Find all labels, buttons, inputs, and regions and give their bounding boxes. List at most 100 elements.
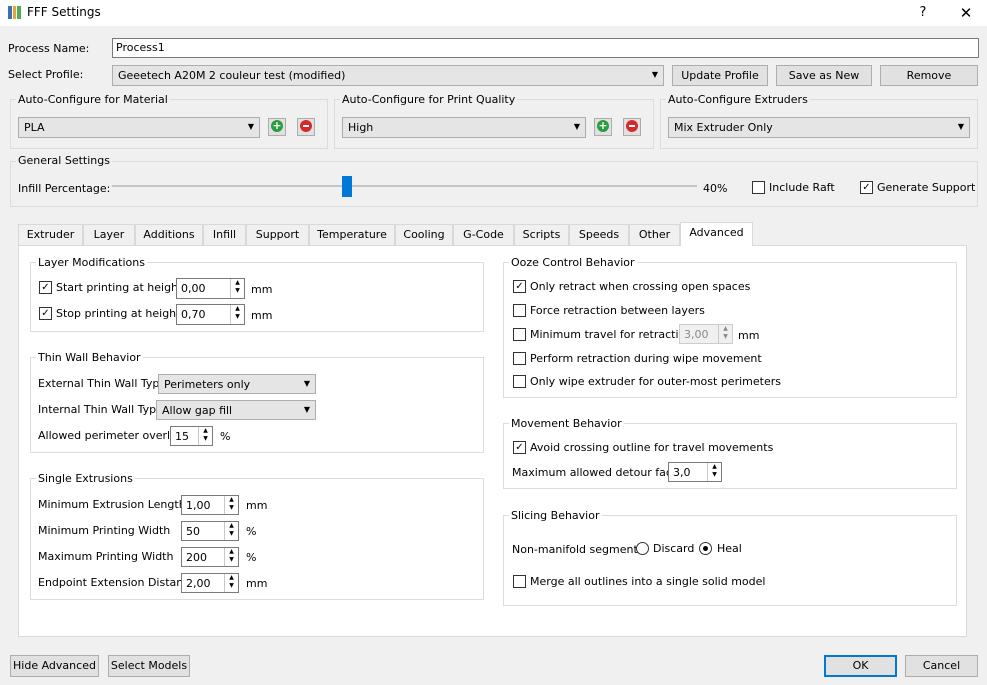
save-as-new-button[interactable]: Save as New	[776, 65, 872, 86]
stop-printing-label: Stop printing at height	[56, 307, 181, 320]
discard-radio[interactable]	[636, 542, 649, 555]
endpoint-extension-spinbox[interactable]: 2,00 ▲ ▼	[181, 573, 239, 593]
tab-speeds[interactable]: Speeds	[569, 224, 629, 246]
detour-factor-spinbox[interactable]: 3,0 ▲ ▼	[668, 462, 722, 482]
single-extrusions-title: Single Extrusions	[36, 472, 135, 485]
tab-other[interactable]: Other	[629, 224, 680, 246]
max-printing-width-unit: %	[246, 551, 257, 564]
infill-slider-thumb[interactable]	[342, 176, 352, 197]
spin-arrows-icon[interactable]: ▲ ▼	[230, 279, 244, 298]
endpoint-extension-unit: mm	[246, 577, 268, 590]
min-extrusion-length-spinbox[interactable]: 1,00 ▲ ▼	[181, 495, 239, 515]
include-raft-label: Include Raft	[769, 181, 835, 194]
start-height-spinbox[interactable]: 0,00 ▲ ▼	[176, 278, 245, 299]
movement-title: Movement Behavior	[509, 417, 624, 430]
material-select-value: PLA	[24, 121, 45, 134]
min-printing-width-value: 50	[186, 525, 200, 538]
spin-arrows-icon[interactable]: ▲ ▼	[224, 574, 238, 592]
spin-arrows-icon[interactable]: ▲ ▼	[198, 427, 212, 445]
profile-select[interactable]: Geeetech A20M 2 couleur test (modified) ▼	[112, 65, 664, 86]
min-extrusion-length-unit: mm	[246, 499, 268, 512]
only-retract-checkbox[interactable]: ✓	[513, 280, 526, 293]
external-thin-wall-value: Perimeters only	[164, 378, 251, 391]
tab-additions[interactable]: Additions	[135, 224, 203, 246]
internal-thin-wall-value: Allow gap fill	[162, 404, 233, 417]
spin-arrows-icon[interactable]: ▲ ▼	[224, 548, 238, 566]
avoid-crossing-label: Avoid crossing outline for travel moveme…	[530, 441, 774, 454]
wipe-retraction-checkbox[interactable]	[513, 352, 526, 365]
heal-label: Heal	[717, 542, 742, 555]
tab-gcode[interactable]: G-Code	[453, 224, 514, 246]
endpoint-extension-label: Endpoint Extension Distance	[38, 576, 197, 589]
start-height-unit: mm	[251, 283, 273, 296]
only-wipe-checkbox[interactable]	[513, 375, 526, 388]
tab-temperature[interactable]: Temperature	[309, 224, 395, 246]
spin-arrows-icon[interactable]: ▲ ▼	[718, 325, 732, 343]
merge-outlines-checkbox[interactable]	[513, 575, 526, 588]
remove-button[interactable]: Remove	[880, 65, 978, 86]
cancel-button[interactable]: Cancel	[905, 655, 978, 677]
quality-select[interactable]: High ▼	[342, 117, 586, 138]
process-name-input[interactable]: Process1	[112, 38, 979, 58]
perimeter-overlap-unit: %	[220, 430, 231, 443]
internal-thin-wall-select[interactable]: Allow gap fill ▼	[156, 400, 316, 420]
infill-slider-track[interactable]	[112, 185, 697, 187]
internal-thin-wall-label: Internal Thin Wall Type	[38, 403, 163, 416]
ok-button[interactable]: OK	[824, 655, 897, 677]
infill-value: 40%	[703, 182, 728, 195]
min-printing-width-spinbox[interactable]: 50 ▲ ▼	[181, 521, 239, 541]
max-printing-width-spinbox[interactable]: 200 ▲ ▼	[181, 547, 239, 567]
quality-select-value: High	[348, 121, 374, 134]
extruders-select[interactable]: Mix Extruder Only ▼	[668, 117, 970, 138]
discard-label: Discard	[653, 542, 695, 555]
only-retract-label: Only retract when crossing open spaces	[530, 280, 751, 293]
update-profile-button[interactable]: Update Profile	[672, 65, 768, 86]
include-raft-checkbox[interactable]	[752, 181, 765, 194]
spin-arrows-icon[interactable]: ▲ ▼	[707, 463, 721, 481]
external-thin-wall-select[interactable]: Perimeters only ▼	[158, 374, 316, 394]
stop-printing-checkbox[interactable]: ✓	[39, 307, 52, 320]
material-group-title: Auto-Configure for Material	[16, 93, 170, 106]
close-icon[interactable]: ✕	[952, 3, 980, 23]
external-thin-wall-label: External Thin Wall Type	[38, 377, 167, 390]
hide-advanced-button[interactable]: Hide Advanced	[10, 655, 99, 677]
tab-support[interactable]: Support	[246, 224, 309, 246]
remove-material-icon[interactable]	[297, 118, 315, 136]
select-models-button[interactable]: Select Models	[108, 655, 190, 677]
wipe-retraction-label: Perform retraction during wipe movement	[530, 352, 762, 365]
spin-arrows-icon[interactable]: ▲ ▼	[224, 496, 238, 514]
min-travel-spinbox[interactable]: 3,00 ▲ ▼	[679, 324, 733, 344]
tab-infill[interactable]: Infill	[203, 224, 246, 246]
endpoint-extension-value: 2,00	[186, 577, 211, 590]
generate-support-checkbox[interactable]: ✓	[860, 181, 873, 194]
tab-layer[interactable]: Layer	[83, 224, 135, 246]
spin-arrows-icon[interactable]: ▲ ▼	[230, 305, 244, 324]
heal-radio[interactable]	[699, 542, 712, 555]
chevron-down-icon: ▼	[573, 122, 580, 131]
help-button[interactable]: ?	[913, 3, 933, 23]
tab-scripts[interactable]: Scripts	[514, 224, 569, 246]
avoid-crossing-checkbox[interactable]: ✓	[513, 441, 526, 454]
remove-quality-icon[interactable]	[623, 118, 641, 136]
perimeter-overlap-spinbox[interactable]: 15 ▲ ▼	[170, 426, 213, 446]
min-travel-checkbox[interactable]	[513, 328, 526, 341]
add-material-icon[interactable]	[268, 118, 286, 136]
tab-advanced[interactable]: Advanced	[680, 222, 753, 246]
layer-modifications-title: Layer Modifications	[36, 256, 147, 269]
min-travel-label: Minimum travel for retraction	[530, 328, 693, 341]
stop-height-unit: mm	[251, 309, 273, 322]
spin-arrows-icon[interactable]: ▲ ▼	[224, 522, 238, 540]
tab-cooling[interactable]: Cooling	[395, 224, 453, 246]
title-bar	[0, 0, 987, 26]
add-quality-icon[interactable]	[594, 118, 612, 136]
force-retraction-checkbox[interactable]	[513, 304, 526, 317]
material-select[interactable]: PLA ▼	[18, 117, 260, 138]
infill-label: Infill Percentage:	[18, 182, 111, 195]
merge-outlines-label: Merge all outlines into a single solid m…	[530, 575, 766, 588]
chevron-down-icon: ▼	[247, 122, 254, 131]
tab-extruder[interactable]: Extruder	[18, 224, 83, 246]
max-printing-width-value: 200	[186, 551, 207, 564]
start-printing-checkbox[interactable]: ✓	[39, 281, 52, 294]
stop-height-spinbox[interactable]: 0,70 ▲ ▼	[176, 304, 245, 325]
chevron-down-icon: ▼	[303, 405, 310, 414]
